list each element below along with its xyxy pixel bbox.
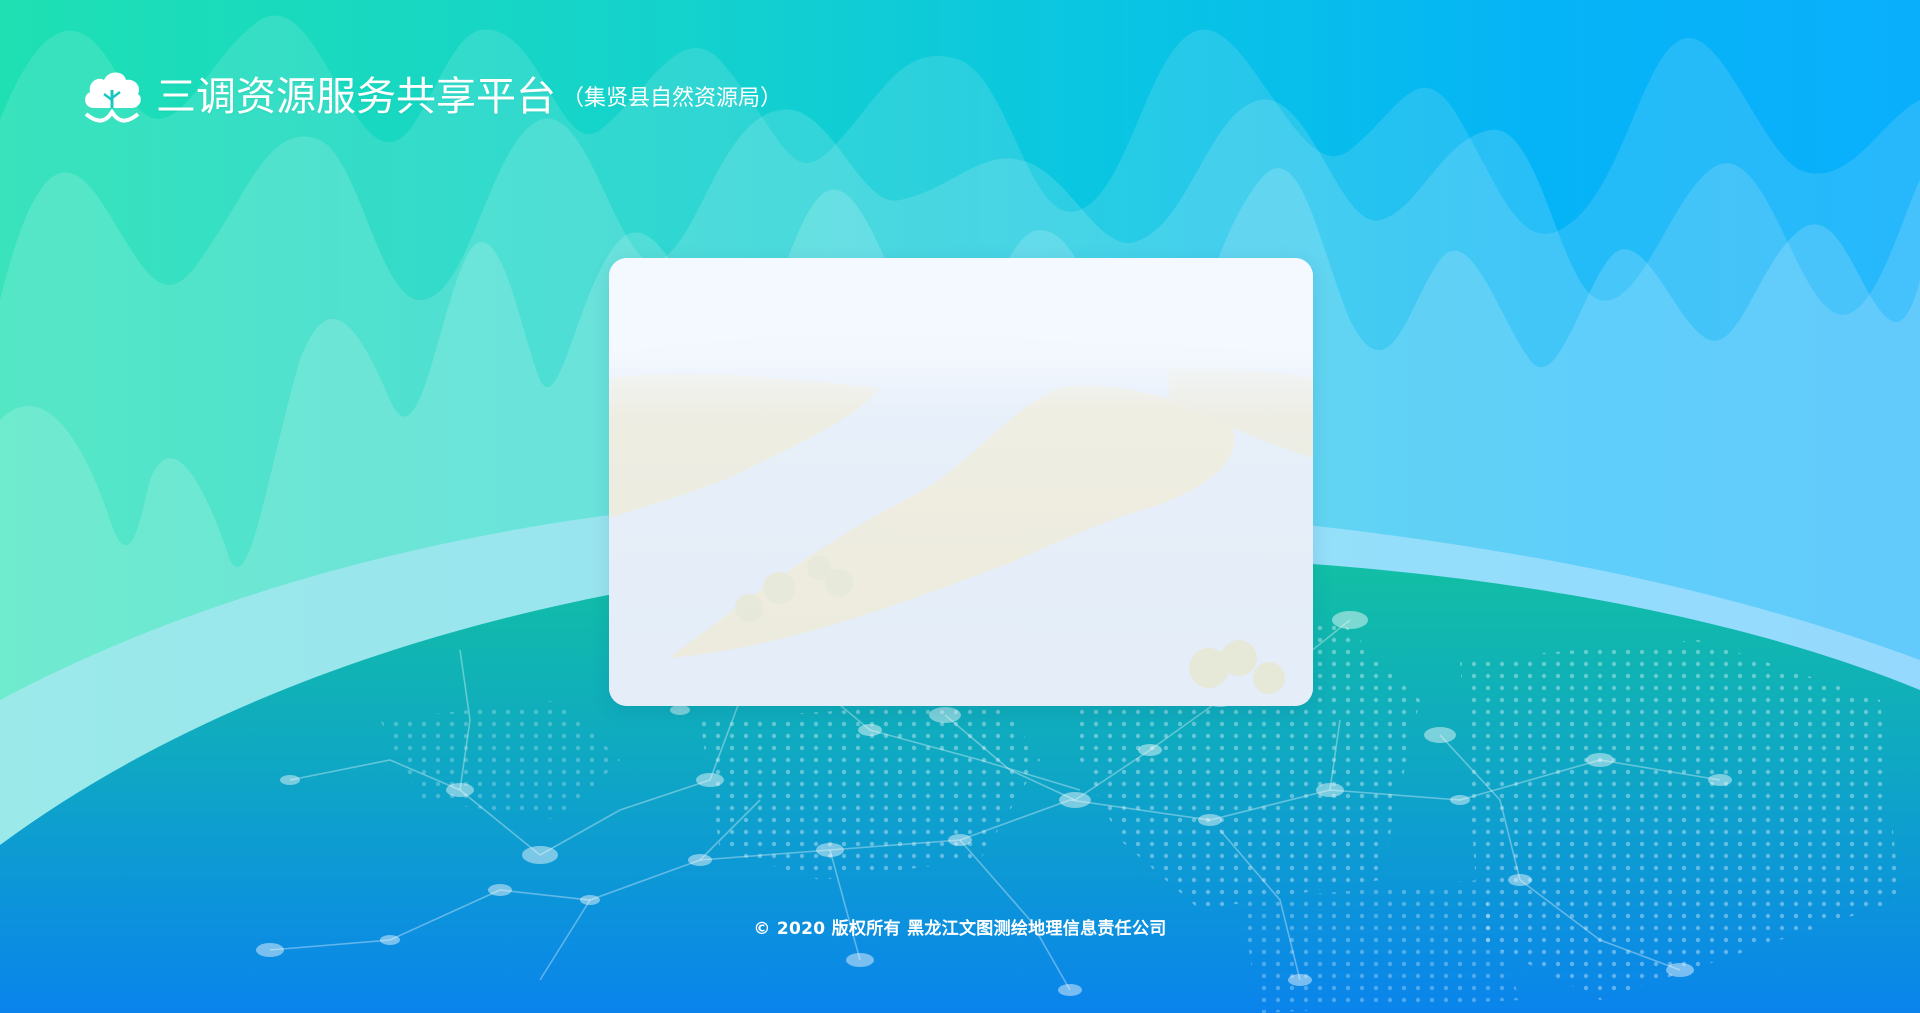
- page-subtitle: （集贤县自然资源局）: [562, 86, 783, 111]
- page-title: 三调资源服务共享平台: [156, 74, 556, 120]
- cloud-tree-icon: [84, 72, 141, 123]
- login-page: 三调资源服务共享平台 （集贤县自然资源局） © 2020 版权所有 黑龙江文图测…: [0, 0, 1920, 1013]
- copyright-footer: © 2020 版权所有 黑龙江文图测绘地理信息责任公司: [753, 919, 1167, 939]
- login-card: [609, 258, 1313, 706]
- river-landscape-image: [609, 258, 1313, 706]
- app-header: 三调资源服务共享平台 （集贤县自然资源局）: [80, 68, 782, 126]
